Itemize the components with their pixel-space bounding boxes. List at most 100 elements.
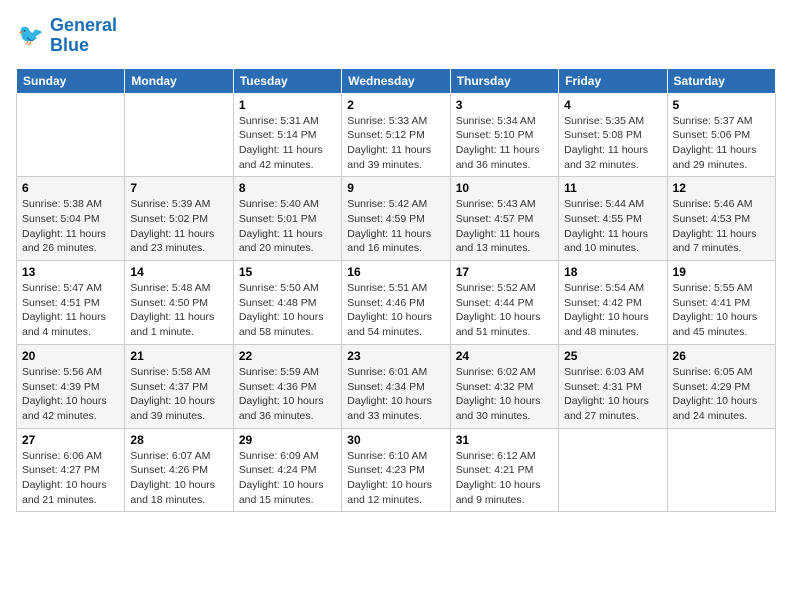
day-info: Sunrise: 6:10 AMSunset: 4:23 PMDaylight:… [347,449,444,508]
day-info: Sunrise: 6:12 AMSunset: 4:21 PMDaylight:… [456,449,553,508]
day-number: 22 [239,349,336,363]
calendar-header-monday: Monday [125,68,233,93]
logo: 🐦 General Blue [16,16,117,56]
day-info: Sunrise: 5:58 AMSunset: 4:37 PMDaylight:… [130,365,227,424]
calendar-cell: 21 Sunrise: 5:58 AMSunset: 4:37 PMDayligh… [125,344,233,428]
day-info: Sunrise: 6:09 AMSunset: 4:24 PMDaylight:… [239,449,336,508]
calendar-header-friday: Friday [559,68,667,93]
calendar-cell: 13 Sunrise: 5:47 AMSunset: 4:51 PMDayligh… [17,261,125,345]
day-number: 18 [564,265,661,279]
calendar-header-row: SundayMondayTuesdayWednesdayThursdayFrid… [17,68,776,93]
day-info: Sunrise: 5:34 AMSunset: 5:10 PMDaylight:… [456,114,553,173]
calendar-cell: 27 Sunrise: 6:06 AMSunset: 4:27 PMDayligh… [17,428,125,512]
calendar-cell: 18 Sunrise: 5:54 AMSunset: 4:42 PMDayligh… [559,261,667,345]
day-number: 7 [130,181,227,195]
calendar-cell: 9 Sunrise: 5:42 AMSunset: 4:59 PMDaylight… [342,177,450,261]
calendar-cell: 23 Sunrise: 6:01 AMSunset: 4:34 PMDayligh… [342,344,450,428]
day-number: 23 [347,349,444,363]
day-info: Sunrise: 6:03 AMSunset: 4:31 PMDaylight:… [564,365,661,424]
calendar-cell [667,428,775,512]
day-number: 27 [22,433,119,447]
day-number: 28 [130,433,227,447]
calendar-cell: 2 Sunrise: 5:33 AMSunset: 5:12 PMDaylight… [342,93,450,177]
calendar-cell: 3 Sunrise: 5:34 AMSunset: 5:10 PMDaylight… [450,93,558,177]
calendar-cell: 20 Sunrise: 5:56 AMSunset: 4:39 PMDayligh… [17,344,125,428]
day-number: 3 [456,98,553,112]
day-number: 20 [22,349,119,363]
calendar-cell: 5Sunrise: 5:37 AMSunset: 5:06 PMDaylight… [667,93,775,177]
day-info: Sunrise: 5:43 AMSunset: 4:57 PMDaylight:… [456,197,553,256]
day-number: 15 [239,265,336,279]
day-info: Sunrise: 5:52 AMSunset: 4:44 PMDaylight:… [456,281,553,340]
day-number: 21 [130,349,227,363]
page-header: 🐦 General Blue [16,16,776,56]
calendar-week-row: 1Sunrise: 5:31 AMSunset: 5:14 PMDaylight… [17,93,776,177]
day-number: 26 [673,349,770,363]
day-number: 17 [456,265,553,279]
day-info: Sunrise: 5:33 AMSunset: 5:12 PMDaylight:… [347,114,444,173]
day-number: 9 [347,181,444,195]
day-info: Sunrise: 5:47 AMSunset: 4:51 PMDaylight:… [22,281,119,340]
calendar-cell: 16 Sunrise: 5:51 AMSunset: 4:46 PMDayligh… [342,261,450,345]
day-info: Sunrise: 5:46 AMSunset: 4:53 PMDaylight:… [673,197,770,256]
day-number: 11 [564,181,661,195]
day-info: Sunrise: 5:44 AMSunset: 4:55 PMDaylight:… [564,197,661,256]
calendar-cell [17,93,125,177]
calendar-cell: 7 Sunrise: 5:39 AMSunset: 5:02 PMDaylight… [125,177,233,261]
day-number: 24 [456,349,553,363]
day-info: Sunrise: 5:51 AMSunset: 4:46 PMDaylight:… [347,281,444,340]
day-number: 19 [673,265,770,279]
logo-text: General Blue [50,16,117,56]
day-number: 4 [564,98,661,112]
calendar-cell: 1Sunrise: 5:31 AMSunset: 5:14 PMDaylight… [233,93,341,177]
calendar-cell: 14 Sunrise: 5:48 AMSunset: 4:50 PMDayligh… [125,261,233,345]
day-info: Sunrise: 5:55 AMSunset: 4:41 PMDaylight:… [673,281,770,340]
calendar-header-tuesday: Tuesday [233,68,341,93]
svg-text:🐦: 🐦 [18,24,44,47]
day-info: Sunrise: 5:38 AMSunset: 5:04 PMDaylight:… [22,197,119,256]
day-number: 31 [456,433,553,447]
day-info: Sunrise: 5:48 AMSunset: 4:50 PMDaylight:… [130,281,227,340]
day-info: Sunrise: 6:01 AMSunset: 4:34 PMDaylight:… [347,365,444,424]
calendar-cell: 17 Sunrise: 5:52 AMSunset: 4:44 PMDayligh… [450,261,558,345]
calendar-cell: 24 Sunrise: 6:02 AMSunset: 4:32 PMDayligh… [450,344,558,428]
calendar-cell [559,428,667,512]
day-info: Sunrise: 5:31 AMSunset: 5:14 PMDaylight:… [239,114,336,173]
calendar-cell: 6 Sunrise: 5:38 AMSunset: 5:04 PMDaylight… [17,177,125,261]
calendar-header-sunday: Sunday [17,68,125,93]
calendar-cell: 29Sunrise: 6:09 AMSunset: 4:24 PMDayligh… [233,428,341,512]
calendar-header-wednesday: Wednesday [342,68,450,93]
day-number: 13 [22,265,119,279]
day-info: Sunrise: 5:40 AMSunset: 5:01 PMDaylight:… [239,197,336,256]
day-info: Sunrise: 5:39 AMSunset: 5:02 PMDaylight:… [130,197,227,256]
calendar-week-row: 27 Sunrise: 6:06 AMSunset: 4:27 PMDayligh… [17,428,776,512]
logo-icon: 🐦 [16,21,46,51]
calendar-week-row: 13 Sunrise: 5:47 AMSunset: 4:51 PMDayligh… [17,261,776,345]
calendar-cell: 25Sunrise: 6:03 AMSunset: 4:31 PMDayligh… [559,344,667,428]
day-info: Sunrise: 5:50 AMSunset: 4:48 PMDaylight:… [239,281,336,340]
calendar-cell: 31 Sunrise: 6:12 AMSunset: 4:21 PMDayligh… [450,428,558,512]
calendar-table: SundayMondayTuesdayWednesdayThursdayFrid… [16,68,776,513]
calendar-cell: 10Sunrise: 5:43 AMSunset: 4:57 PMDayligh… [450,177,558,261]
day-number: 16 [347,265,444,279]
day-info: Sunrise: 5:59 AMSunset: 4:36 PMDaylight:… [239,365,336,424]
day-info: Sunrise: 5:54 AMSunset: 4:42 PMDaylight:… [564,281,661,340]
day-number: 12 [673,181,770,195]
day-number: 14 [130,265,227,279]
calendar-cell: 22 Sunrise: 5:59 AMSunset: 4:36 PMDayligh… [233,344,341,428]
calendar-cell: 12 Sunrise: 5:46 AMSunset: 4:53 PMDayligh… [667,177,775,261]
calendar-week-row: 20 Sunrise: 5:56 AMSunset: 4:39 PMDayligh… [17,344,776,428]
calendar-week-row: 6 Sunrise: 5:38 AMSunset: 5:04 PMDaylight… [17,177,776,261]
day-info: Sunrise: 6:06 AMSunset: 4:27 PMDaylight:… [22,449,119,508]
calendar-cell: 30Sunrise: 6:10 AMSunset: 4:23 PMDayligh… [342,428,450,512]
calendar-cell [125,93,233,177]
day-number: 8 [239,181,336,195]
calendar-cell: 15 Sunrise: 5:50 AMSunset: 4:48 PMDayligh… [233,261,341,345]
day-info: Sunrise: 6:07 AMSunset: 4:26 PMDaylight:… [130,449,227,508]
day-number: 6 [22,181,119,195]
day-info: Sunrise: 5:42 AMSunset: 4:59 PMDaylight:… [347,197,444,256]
day-info: Sunrise: 6:02 AMSunset: 4:32 PMDaylight:… [456,365,553,424]
day-info: Sunrise: 5:37 AMSunset: 5:06 PMDaylight:… [673,114,770,173]
day-number: 2 [347,98,444,112]
day-info: Sunrise: 5:56 AMSunset: 4:39 PMDaylight:… [22,365,119,424]
